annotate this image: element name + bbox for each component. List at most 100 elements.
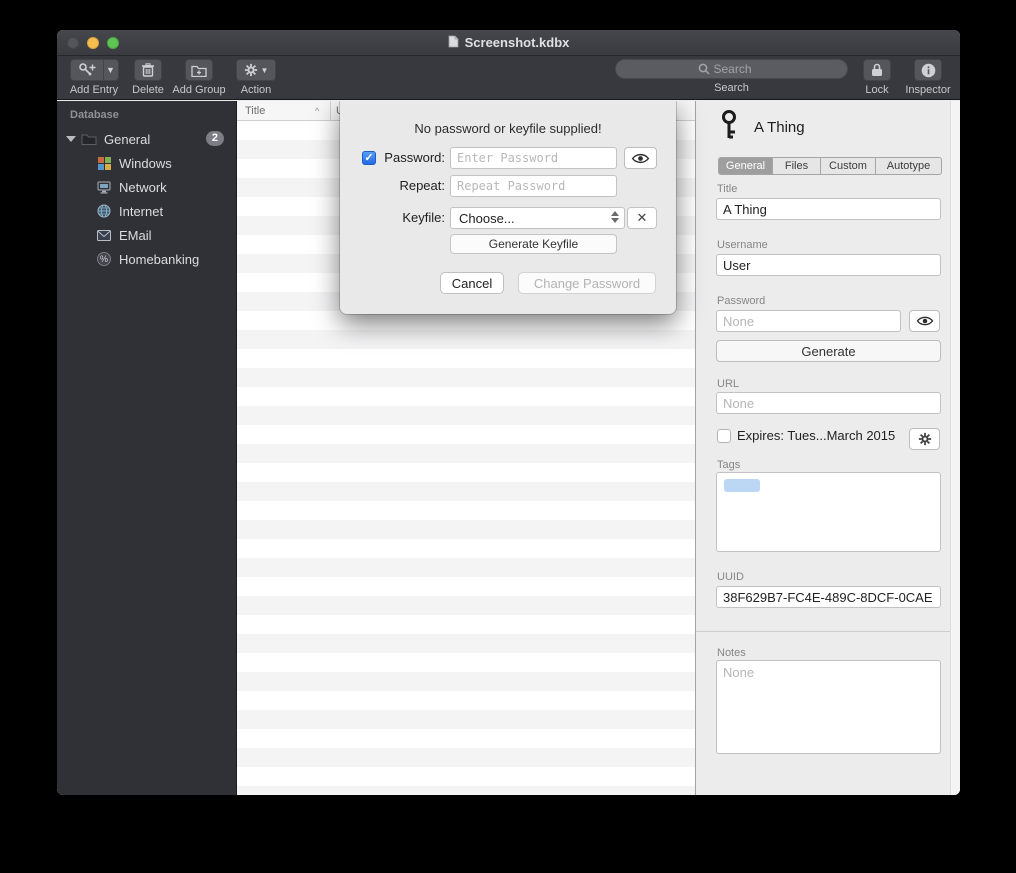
expires-label: Expires: Tues...March 2015 <box>737 428 895 443</box>
sidebar-item-homebanking[interactable]: % Homebanking <box>57 247 236 271</box>
toolbar-group-add-entry: ▼ Add Entry <box>63 59 125 96</box>
uuid-input[interactable] <box>716 586 941 608</box>
change-password-dialog: No password or keyfile supplied! ✓ Passw… <box>340 101 676 314</box>
action-button[interactable]: ▼ <box>236 59 276 81</box>
tags-field-label: Tags <box>717 459 740 471</box>
add-entry-button[interactable]: ▼ <box>70 59 119 81</box>
column-title[interactable]: Title <box>245 105 265 117</box>
dialog-keyfile-label: Keyfile: <box>380 207 445 229</box>
folder-icon <box>81 133 97 145</box>
popup-stepper-icon <box>611 211 619 223</box>
password-enabled-checkbox[interactable]: ✓ <box>362 151 376 165</box>
titlebar: Screenshot.kdbx <box>57 30 960 56</box>
tab-general[interactable]: General <box>719 158 773 174</box>
toolbar-group-action: ▼ Action <box>233 59 279 96</box>
password-field-label: Password <box>717 295 765 307</box>
sidebar-item-label: EMail <box>119 228 152 243</box>
toolbar-group-inspector: Inspector <box>899 59 957 96</box>
action-label: Action <box>233 84 279 96</box>
delete-button[interactable] <box>134 59 162 81</box>
sidebar-item-label: Network <box>119 180 167 195</box>
toolbar-group-add-group: Add Group <box>169 59 229 96</box>
title-field-label: Title <box>717 183 737 195</box>
change-password-button[interactable]: Change Password <box>518 272 656 294</box>
folder-plus-icon <box>191 64 207 77</box>
lock-label: Lock <box>857 84 897 96</box>
lock-button[interactable] <box>863 59 891 81</box>
uuid-field-label: UUID <box>717 571 744 583</box>
add-entry-label: Add Entry <box>63 84 125 96</box>
expires-checkbox[interactable] <box>717 429 731 443</box>
search-field[interactable] <box>615 59 848 79</box>
dialog-repeat-label: Repeat: <box>380 175 445 197</box>
dialog-reveal-password-button[interactable] <box>624 147 657 169</box>
computer-icon <box>96 181 112 194</box>
toolbar-group-search: Search <box>615 59 848 94</box>
sidebar: Database General 2 Windows Network <box>57 101 237 795</box>
info-circle-icon <box>921 63 936 78</box>
username-input[interactable] <box>716 254 941 276</box>
dialog-password-label: Password: <box>380 147 445 169</box>
generate-keyfile-button[interactable]: Generate Keyfile <box>450 234 617 254</box>
toolbar-group-delete: Delete <box>127 59 169 96</box>
add-group-button[interactable] <box>185 59 213 81</box>
disclosure-triangle-icon[interactable] <box>66 136 76 142</box>
search-icon <box>698 63 710 75</box>
minimize-button[interactable] <box>87 37 99 49</box>
gear-icon <box>918 432 932 446</box>
password-input[interactable] <box>716 310 901 332</box>
svg-text:%: % <box>100 254 108 264</box>
add-entry-dropdown-arrow[interactable]: ▼ <box>103 60 118 80</box>
reveal-password-button[interactable] <box>909 310 940 332</box>
clear-keyfile-button[interactable]: ✕ <box>627 207 657 229</box>
gear-icon <box>244 63 258 77</box>
tab-files[interactable]: Files <box>773 158 821 174</box>
username-field-label: Username <box>717 239 768 251</box>
eye-icon <box>631 152 650 165</box>
zoom-button[interactable] <box>107 37 119 49</box>
sidebar-group-label: General <box>104 132 150 147</box>
url-field-label: URL <box>717 378 739 390</box>
toolbar: ▼ Add Entry Delete Add Group ▼ Action <box>57 56 960 100</box>
search-input[interactable] <box>714 62 766 76</box>
tab-autotype[interactable]: Autotype <box>876 158 941 174</box>
keyfile-popup-button[interactable]: Choose... <box>450 207 625 229</box>
eye-icon <box>916 315 934 327</box>
dialog-repeat-input[interactable] <box>450 175 617 197</box>
tags-box[interactable] <box>716 472 941 552</box>
expires-row: Expires: Tues...March 2015 <box>717 428 895 443</box>
column-divider[interactable] <box>330 101 331 120</box>
url-input[interactable] <box>716 392 941 414</box>
sidebar-item-internet[interactable]: Internet <box>57 199 236 223</box>
inspector-button[interactable] <box>914 59 942 81</box>
expires-settings-button[interactable] <box>909 428 940 450</box>
cancel-button[interactable]: Cancel <box>440 272 504 294</box>
sidebar-group-general[interactable]: General 2 <box>57 127 236 151</box>
notes-field-label: Notes <box>717 647 746 659</box>
dialog-password-input[interactable] <box>450 147 617 169</box>
entry-title: A Thing <box>754 119 805 136</box>
envelope-icon <box>96 230 112 241</box>
tab-custom[interactable]: Custom <box>821 158 876 174</box>
traffic-lights <box>67 37 119 49</box>
sidebar-item-label: Homebanking <box>119 252 199 267</box>
inspector-tabs: General Files Custom Autotype <box>718 157 942 175</box>
close-button[interactable] <box>67 37 79 49</box>
sort-ascending-icon: ^ <box>315 106 319 116</box>
inspector-scrollbar[interactable] <box>950 101 960 795</box>
inspector-panel: A Thing General Files Custom Autotype Ti… <box>695 101 960 795</box>
sidebar-item-network[interactable]: Network <box>57 175 236 199</box>
notes-textarea[interactable] <box>716 660 941 754</box>
sidebar-item-email[interactable]: EMail <box>57 223 236 247</box>
section-divider <box>696 631 960 632</box>
tag-chip[interactable] <box>724 479 760 492</box>
percent-icon: % <box>96 252 112 266</box>
sidebar-item-windows[interactable]: Windows <box>57 151 236 175</box>
inspector-label: Inspector <box>899 84 957 96</box>
title-input[interactable] <box>716 198 941 220</box>
add-entry-key-icon[interactable] <box>71 60 103 80</box>
action-dropdown-arrow[interactable]: ▼ <box>261 66 269 75</box>
generate-password-button[interactable]: Generate <box>716 340 941 362</box>
windows-icon <box>96 157 112 170</box>
dialog-message: No password or keyfile supplied! <box>340 121 676 136</box>
